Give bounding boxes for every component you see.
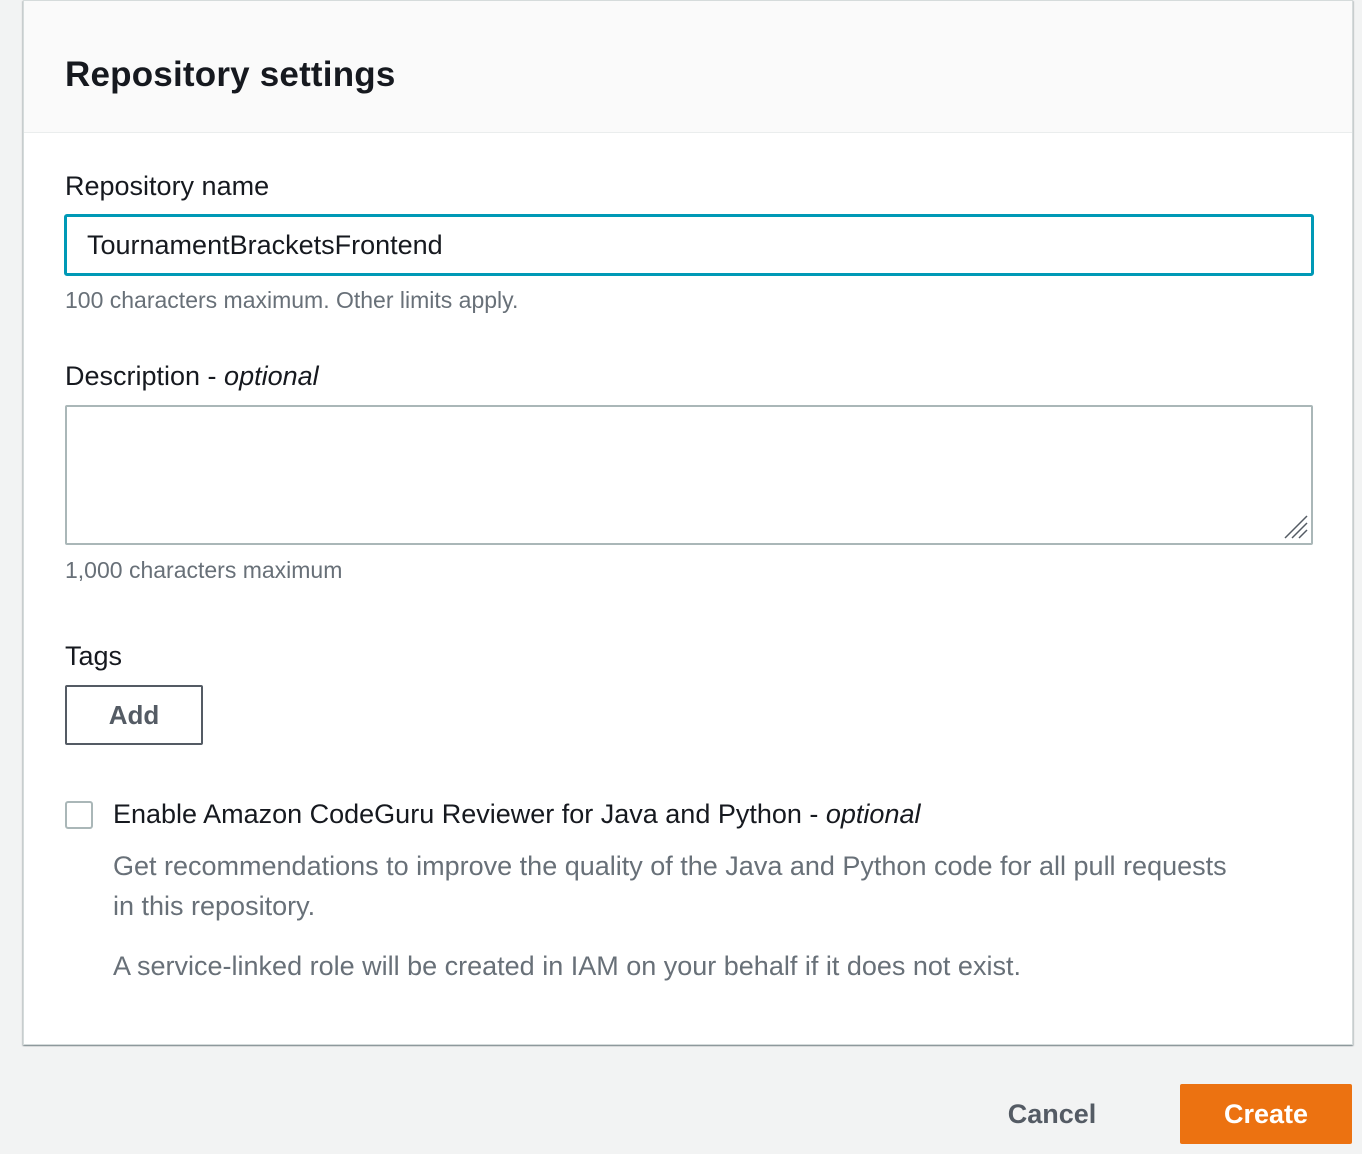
description-optional-text: optional <box>224 361 319 391</box>
description-label: Description - optional <box>65 361 319 392</box>
codeguru-description-line1: Get recommendations to improve the quali… <box>113 851 1227 881</box>
add-tag-button[interactable]: Add <box>65 685 203 745</box>
repository-name-input[interactable] <box>64 214 1314 276</box>
codeguru-optional-text: optional <box>825 799 921 829</box>
tags-label: Tags <box>65 641 123 671</box>
panel-header: Repository settings <box>24 1 1352 133</box>
resize-grip-icon[interactable] <box>1282 513 1308 539</box>
description-label-text: Description - <box>65 361 225 391</box>
repository-name-hint: 100 characters maximum. Other limits app… <box>65 287 519 313</box>
create-button[interactable]: Create <box>1180 1084 1352 1144</box>
codeguru-service-role-note: A service-linked role will be created in… <box>113 951 1021 981</box>
description-hint: 1,000 characters maximum <box>65 557 343 583</box>
cancel-button[interactable]: Cancel <box>980 1084 1124 1144</box>
repository-name-label: Repository name <box>65 171 270 201</box>
codeguru-label-text: Enable Amazon CodeGuru Reviewer for Java… <box>113 799 826 829</box>
description-textarea[interactable] <box>65 405 1313 545</box>
codeguru-checkbox-label[interactable]: Enable Amazon CodeGuru Reviewer for Java… <box>113 799 920 830</box>
codeguru-description-line2: in this repository. <box>113 891 316 921</box>
repository-settings-panel: Repository settings Repository name 100 … <box>23 0 1353 1045</box>
panel-title: Repository settings <box>65 55 396 94</box>
codeguru-checkbox[interactable] <box>65 801 93 829</box>
